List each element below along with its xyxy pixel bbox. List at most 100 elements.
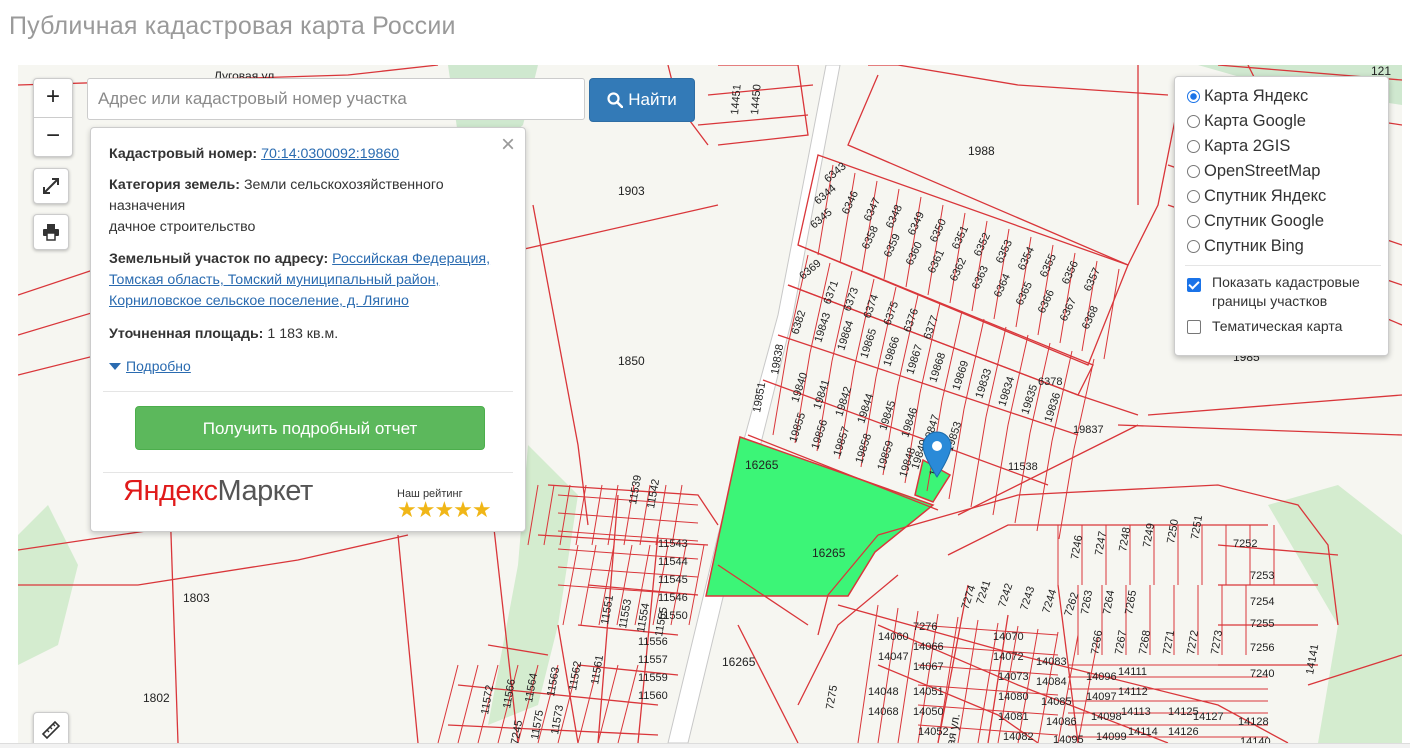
parcel-number-label: 14047 [878, 651, 909, 663]
address-label: Земельный участок по адресу: [109, 251, 329, 267]
land-use-value: дачное строительство [109, 219, 256, 235]
parcel-area-number: 16265 [745, 458, 779, 472]
parcel-number-label: 11559 [638, 672, 668, 684]
thematic-map-checkbox[interactable] [1187, 320, 1201, 334]
layer-option-label: Спутник Яндекс [1204, 187, 1327, 205]
parcel-number-label: 11545 [658, 574, 688, 586]
radio-button[interactable] [1187, 140, 1200, 153]
parcel-number-label: 7240 [1250, 668, 1274, 680]
search-icon [607, 92, 624, 108]
parcel-number-label: 14128 [1238, 716, 1269, 728]
cadastral-borders-label-line1: Показать кадастровые [1212, 274, 1360, 290]
parcel-number-label: 14052 [918, 726, 949, 738]
cadastral-borders-label-line2: границы участков [1212, 293, 1328, 309]
parcel-info-popup: × Кадастровый номер: 70:14:0300092:19860… [90, 127, 526, 532]
parcel-number-label: 14095 [1053, 734, 1084, 743]
divider [1185, 265, 1381, 266]
layer-option[interactable]: Спутник Bing [1187, 237, 1304, 256]
rating-stars: ★★★★★ [397, 497, 492, 522]
print-button[interactable] [33, 214, 69, 250]
print-icon [43, 224, 59, 241]
parcel-number-label: 14113 [1121, 706, 1151, 718]
radio-button[interactable] [1187, 190, 1200, 203]
location-pin-icon[interactable] [921, 430, 953, 478]
layer-option[interactable]: OpenStreetMap [1187, 162, 1320, 181]
area-value: 1 183 кв.м. [267, 326, 339, 342]
parcel-number-label: 7256 [1250, 642, 1274, 654]
layer-option[interactable]: Карта Google [1187, 112, 1306, 131]
parcel-area-number: 16265 [722, 655, 756, 669]
parcel-number-label: 14082 [1003, 731, 1034, 743]
parcel-number-label: 14097 [1086, 691, 1117, 703]
address-row: Земельный участок по адресу: Российская … [109, 249, 509, 312]
parcel-number-label: 6378 [1038, 376, 1062, 388]
radio-button[interactable] [1187, 165, 1200, 178]
area-label: Уточненная площадь: [109, 326, 264, 342]
parcel-area-number: 1988 [968, 144, 995, 158]
details-toggle-label: Подробно [126, 358, 191, 374]
radio-button[interactable] [1187, 115, 1200, 128]
get-report-button[interactable]: Получить подробный отчет [135, 406, 485, 450]
page-title: Публичная кадастровая карта России [9, 12, 456, 40]
parcel-number-label: 14126 [1168, 726, 1199, 738]
land-category-label: Категория земель: [109, 177, 240, 193]
radio-button[interactable] [1187, 90, 1200, 103]
caret-down-icon [109, 363, 121, 370]
parcel-number-label: 7254 [1250, 596, 1274, 608]
parcel-number-label: 14098 [1091, 711, 1122, 723]
thematic-map-label: Тематическая карта [1212, 318, 1343, 334]
parcel-number-label: 14066 [913, 641, 944, 653]
layer-option[interactable]: Карта 2GIS [1187, 137, 1290, 156]
fullscreen-icon [43, 178, 59, 194]
layer-option[interactable]: Карта Яндекс [1187, 87, 1308, 106]
page-footer-bar [0, 743, 1410, 748]
map-layers-panel: Карта Яндекс Карта Google Карта 2GIS OpenSt… [1174, 76, 1389, 356]
layer-option[interactable]: Спутник Google [1187, 212, 1324, 231]
parcel-number-label: 14114 [1128, 726, 1158, 738]
parcel-number-label: 11543 [658, 538, 688, 550]
cadastral-borders-checkbox[interactable] [1187, 278, 1201, 292]
parcel-number-label: 14048 [868, 686, 899, 698]
cadastral-number-link[interactable]: 70:14:0300092:19860 [261, 146, 399, 162]
parcel-number-label: 11556 [638, 636, 668, 648]
radio-button[interactable] [1187, 240, 1200, 253]
parcel-number-label: 14072 [993, 651, 1024, 663]
search-button-label: Найти [628, 90, 677, 109]
parcel-number-label: 11544 [658, 556, 688, 568]
cadastral-number-row: Кадастровый номер: 70:14:0300092:19860 [109, 144, 509, 165]
layer-option[interactable]: Спутник Яндекс [1187, 187, 1326, 206]
yandex-market-logo-m: Маркет [217, 475, 314, 507]
layer-option-label: Карта 2GIS [1204, 137, 1291, 155]
parcel-number-label: 14085 [1041, 696, 1072, 708]
fullscreen-button[interactable] [33, 168, 69, 204]
parcel-number-label: 14083 [1036, 656, 1067, 668]
cadastral-borders-label: Показать кадастровые границы участков [1212, 273, 1360, 311]
parcel-number-label: 7252 [1233, 538, 1257, 550]
parcel-number-label: 14081 [998, 711, 1029, 723]
search-input[interactable] [87, 78, 585, 120]
yandex-market-logo-y: Яндекс [123, 475, 218, 507]
parcel-number-label: 14060 [878, 631, 909, 643]
parcel-number-label: 14112 [1118, 686, 1148, 698]
parcel-number-label: 14140 [1240, 736, 1271, 743]
search-button[interactable]: Найти [589, 78, 695, 122]
parcel-number-label: 11546 [658, 592, 688, 604]
yandex-market-logo[interactable]: ЯндексМаркет [123, 477, 313, 506]
parcel-number-label: 14067 [913, 661, 944, 673]
divider [103, 391, 513, 392]
layer-option-label: Спутник Bing [1204, 237, 1304, 255]
zoom-in-button[interactable]: + [34, 79, 72, 117]
parcel-number-label: 14080 [998, 691, 1029, 703]
parcel-area-number: 16265 [812, 546, 846, 560]
parcel-number-label: 14127 [1193, 711, 1224, 723]
parcel-number-label: 11538 [1008, 461, 1038, 473]
parcel-number-label: 14096 [1086, 671, 1117, 683]
cadastral-number-label: Кадастровый номер: [109, 146, 258, 162]
layer-option-label: Карта Google [1204, 112, 1306, 130]
zoom-out-button[interactable]: − [34, 117, 72, 156]
parcel-number-label: 14086 [1046, 716, 1077, 728]
parcel-number-label: 7253 [1250, 570, 1274, 582]
zoom-control: + − [33, 78, 73, 157]
radio-button[interactable] [1187, 215, 1200, 228]
details-toggle[interactable]: Подробно [109, 356, 191, 377]
